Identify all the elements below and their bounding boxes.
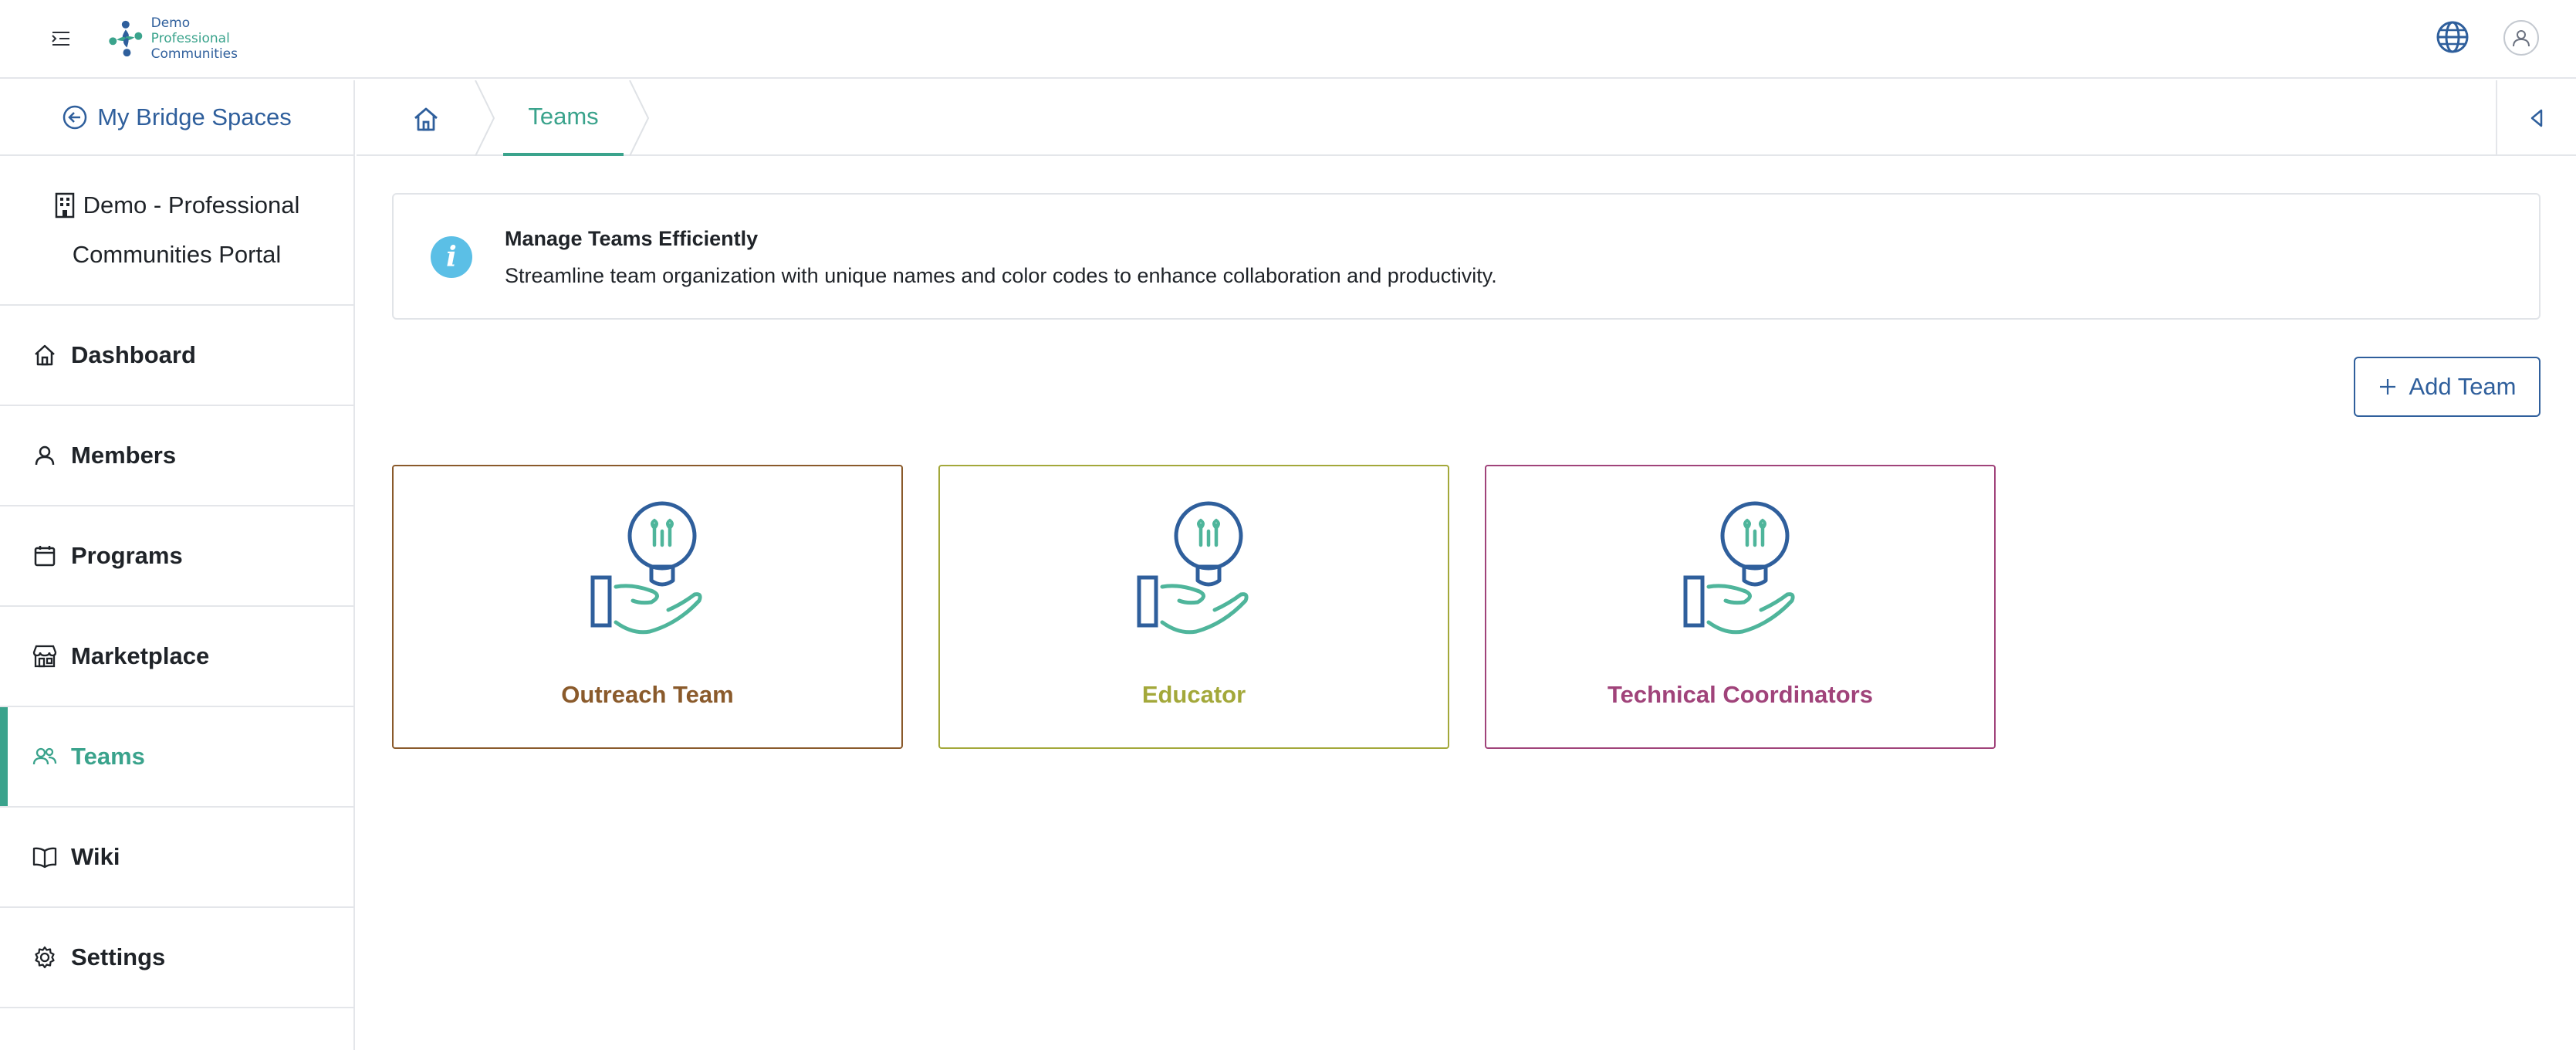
plus-icon (2380, 379, 2396, 395)
org-name: Demo - Professional Communities Portal (0, 156, 353, 306)
sidebar-item-label: Programs (71, 542, 183, 569)
banner-text: Streamline team organization with unique… (505, 264, 1497, 287)
team-card-educator[interactable]: Educator (938, 465, 1449, 749)
arrow-left-circle-icon (63, 105, 87, 130)
sidebar: My Bridge Spaces Demo - Professional Com… (0, 80, 355, 1050)
user-avatar[interactable] (2503, 20, 2539, 56)
team-name: Outreach Team (561, 681, 734, 708)
team-card-outreach[interactable]: Outreach Team (392, 465, 903, 749)
logo-mark-icon (109, 20, 143, 57)
team-name: Technical Coordinators (1607, 681, 1873, 708)
breadcrumb: Teams (357, 80, 2576, 156)
breadcrumb-home-icon[interactable] (411, 103, 441, 134)
breadcrumb-separator (629, 80, 650, 156)
book-icon (31, 843, 59, 871)
sidebar-item-label: Teams (71, 743, 145, 770)
info-banner: i Manage Teams Efficiently Streamline te… (392, 193, 2541, 320)
back-to-bridge-spaces-link[interactable]: My Bridge Spaces (0, 80, 353, 156)
caret-left-icon (2530, 109, 2543, 127)
logo[interactable]: Demo Professional Communities (106, 11, 238, 66)
sidebar-item-label: Settings (71, 943, 166, 970)
gear-icon (31, 943, 59, 971)
sidebar-item-label: Members (71, 442, 177, 469)
team-name: Educator (1141, 681, 1246, 708)
logo-line-1: Demo (150, 15, 191, 31)
org-name-line-1: Demo - Professional (83, 191, 300, 218)
calendar-icon (31, 542, 59, 570)
user-icon (2513, 30, 2530, 47)
menu-toggle-icon[interactable] (48, 25, 74, 52)
team-card-technical-coordinators[interactable]: Technical Coordinators (1485, 465, 1996, 749)
team-icon (31, 743, 59, 771)
lightbulb-hand-icon (1137, 501, 1249, 635)
store-icon (31, 642, 59, 670)
sidebar-item-programs[interactable]: Programs (0, 506, 353, 607)
sidebar-item-label: Wiki (71, 843, 120, 870)
sidebar-item-wiki[interactable]: Wiki (0, 808, 353, 908)
lightbulb-hand-icon (590, 501, 702, 635)
org-name-line-2: Communities Portal (72, 241, 282, 268)
sidebar-item-settings[interactable]: Settings (0, 908, 353, 1008)
breadcrumb-teams[interactable]: Teams (503, 80, 624, 156)
sidebar-item-label: Dashboard (71, 341, 196, 368)
user-icon (31, 442, 59, 469)
globe-icon[interactable] (2435, 19, 2470, 55)
add-team-label: Add Team (2409, 373, 2517, 400)
sidebar-item-members[interactable]: Members (0, 406, 353, 506)
breadcrumb-separator (475, 80, 495, 156)
back-link-label: My Bridge Spaces (97, 103, 292, 130)
collapse-panel-button[interactable] (2496, 80, 2576, 156)
top-bar: Demo Professional Communities (0, 0, 2576, 79)
logo-line-2: Professional (150, 31, 230, 46)
banner-title: Manage Teams Efficiently (505, 227, 759, 250)
building-icon (55, 192, 74, 218)
add-team-button[interactable]: Add Team (2354, 357, 2541, 417)
sidebar-item-dashboard[interactable]: Dashboard (0, 306, 353, 406)
sidebar-item-marketplace[interactable]: Marketplace (0, 607, 353, 707)
sidebar-item-label: Marketplace (71, 642, 210, 669)
home-icon (31, 341, 59, 369)
sidebar-item-teams[interactable]: Teams (0, 707, 353, 808)
lightbulb-hand-icon (1683, 501, 1795, 635)
info-icon: i (431, 236, 472, 278)
logo-line-3: Communities (150, 46, 238, 62)
